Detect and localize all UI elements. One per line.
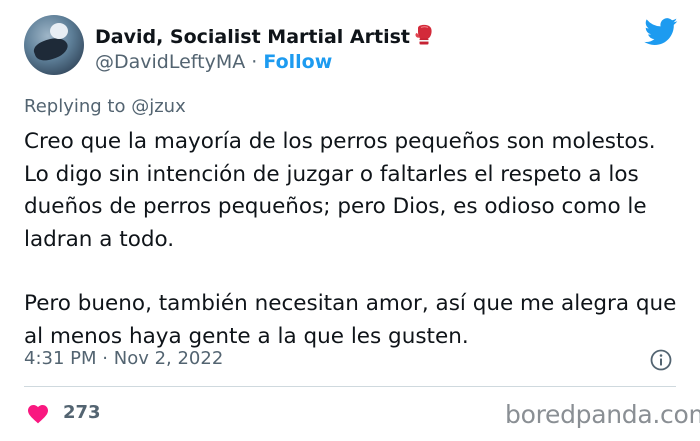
avatar-highlight	[50, 23, 68, 39]
reply-mention-link[interactable]: @jzux	[131, 96, 186, 117]
handle-separator: ·	[251, 51, 258, 73]
tweet-timestamp[interactable]: 4:31 PM · Nov 2, 2022	[24, 348, 223, 369]
author-handle[interactable]: @DavidLeftyMA	[95, 51, 245, 73]
timestamp-separator: ·	[102, 348, 108, 369]
boxing-glove-icon	[413, 24, 435, 51]
tweet-paragraph-1: Creo que la mayoría de los perros pequeñ…	[24, 129, 656, 252]
avatar-figure	[31, 33, 71, 65]
follow-button[interactable]: Follow	[263, 51, 332, 73]
author-handle-line: @DavidLeftyMA · Follow	[95, 51, 332, 73]
author-display-name[interactable]: David, Socialist Martial Artist	[95, 24, 435, 51]
heart-icon[interactable]	[26, 402, 50, 428]
tweet-date: Nov 2, 2022	[113, 348, 224, 369]
replying-to: Replying to @jzux	[24, 96, 186, 117]
author-avatar[interactable]	[24, 15, 84, 75]
info-icon[interactable]	[650, 349, 672, 375]
twitter-bird-icon[interactable]	[644, 18, 678, 50]
tweet-time: 4:31 PM	[24, 348, 97, 369]
divider	[24, 386, 676, 387]
display-name-text: David, Socialist Martial Artist	[95, 26, 410, 48]
watermark: boredpanda.com	[505, 400, 700, 429]
like-count[interactable]: 273	[63, 402, 101, 423]
tweet-text: Creo que la mayoría de los perros pequeñ…	[24, 126, 684, 353]
replying-prefix: Replying to	[24, 96, 126, 117]
tweet-paragraph-2: Pero bueno, también necesitan amor, así …	[24, 291, 677, 349]
